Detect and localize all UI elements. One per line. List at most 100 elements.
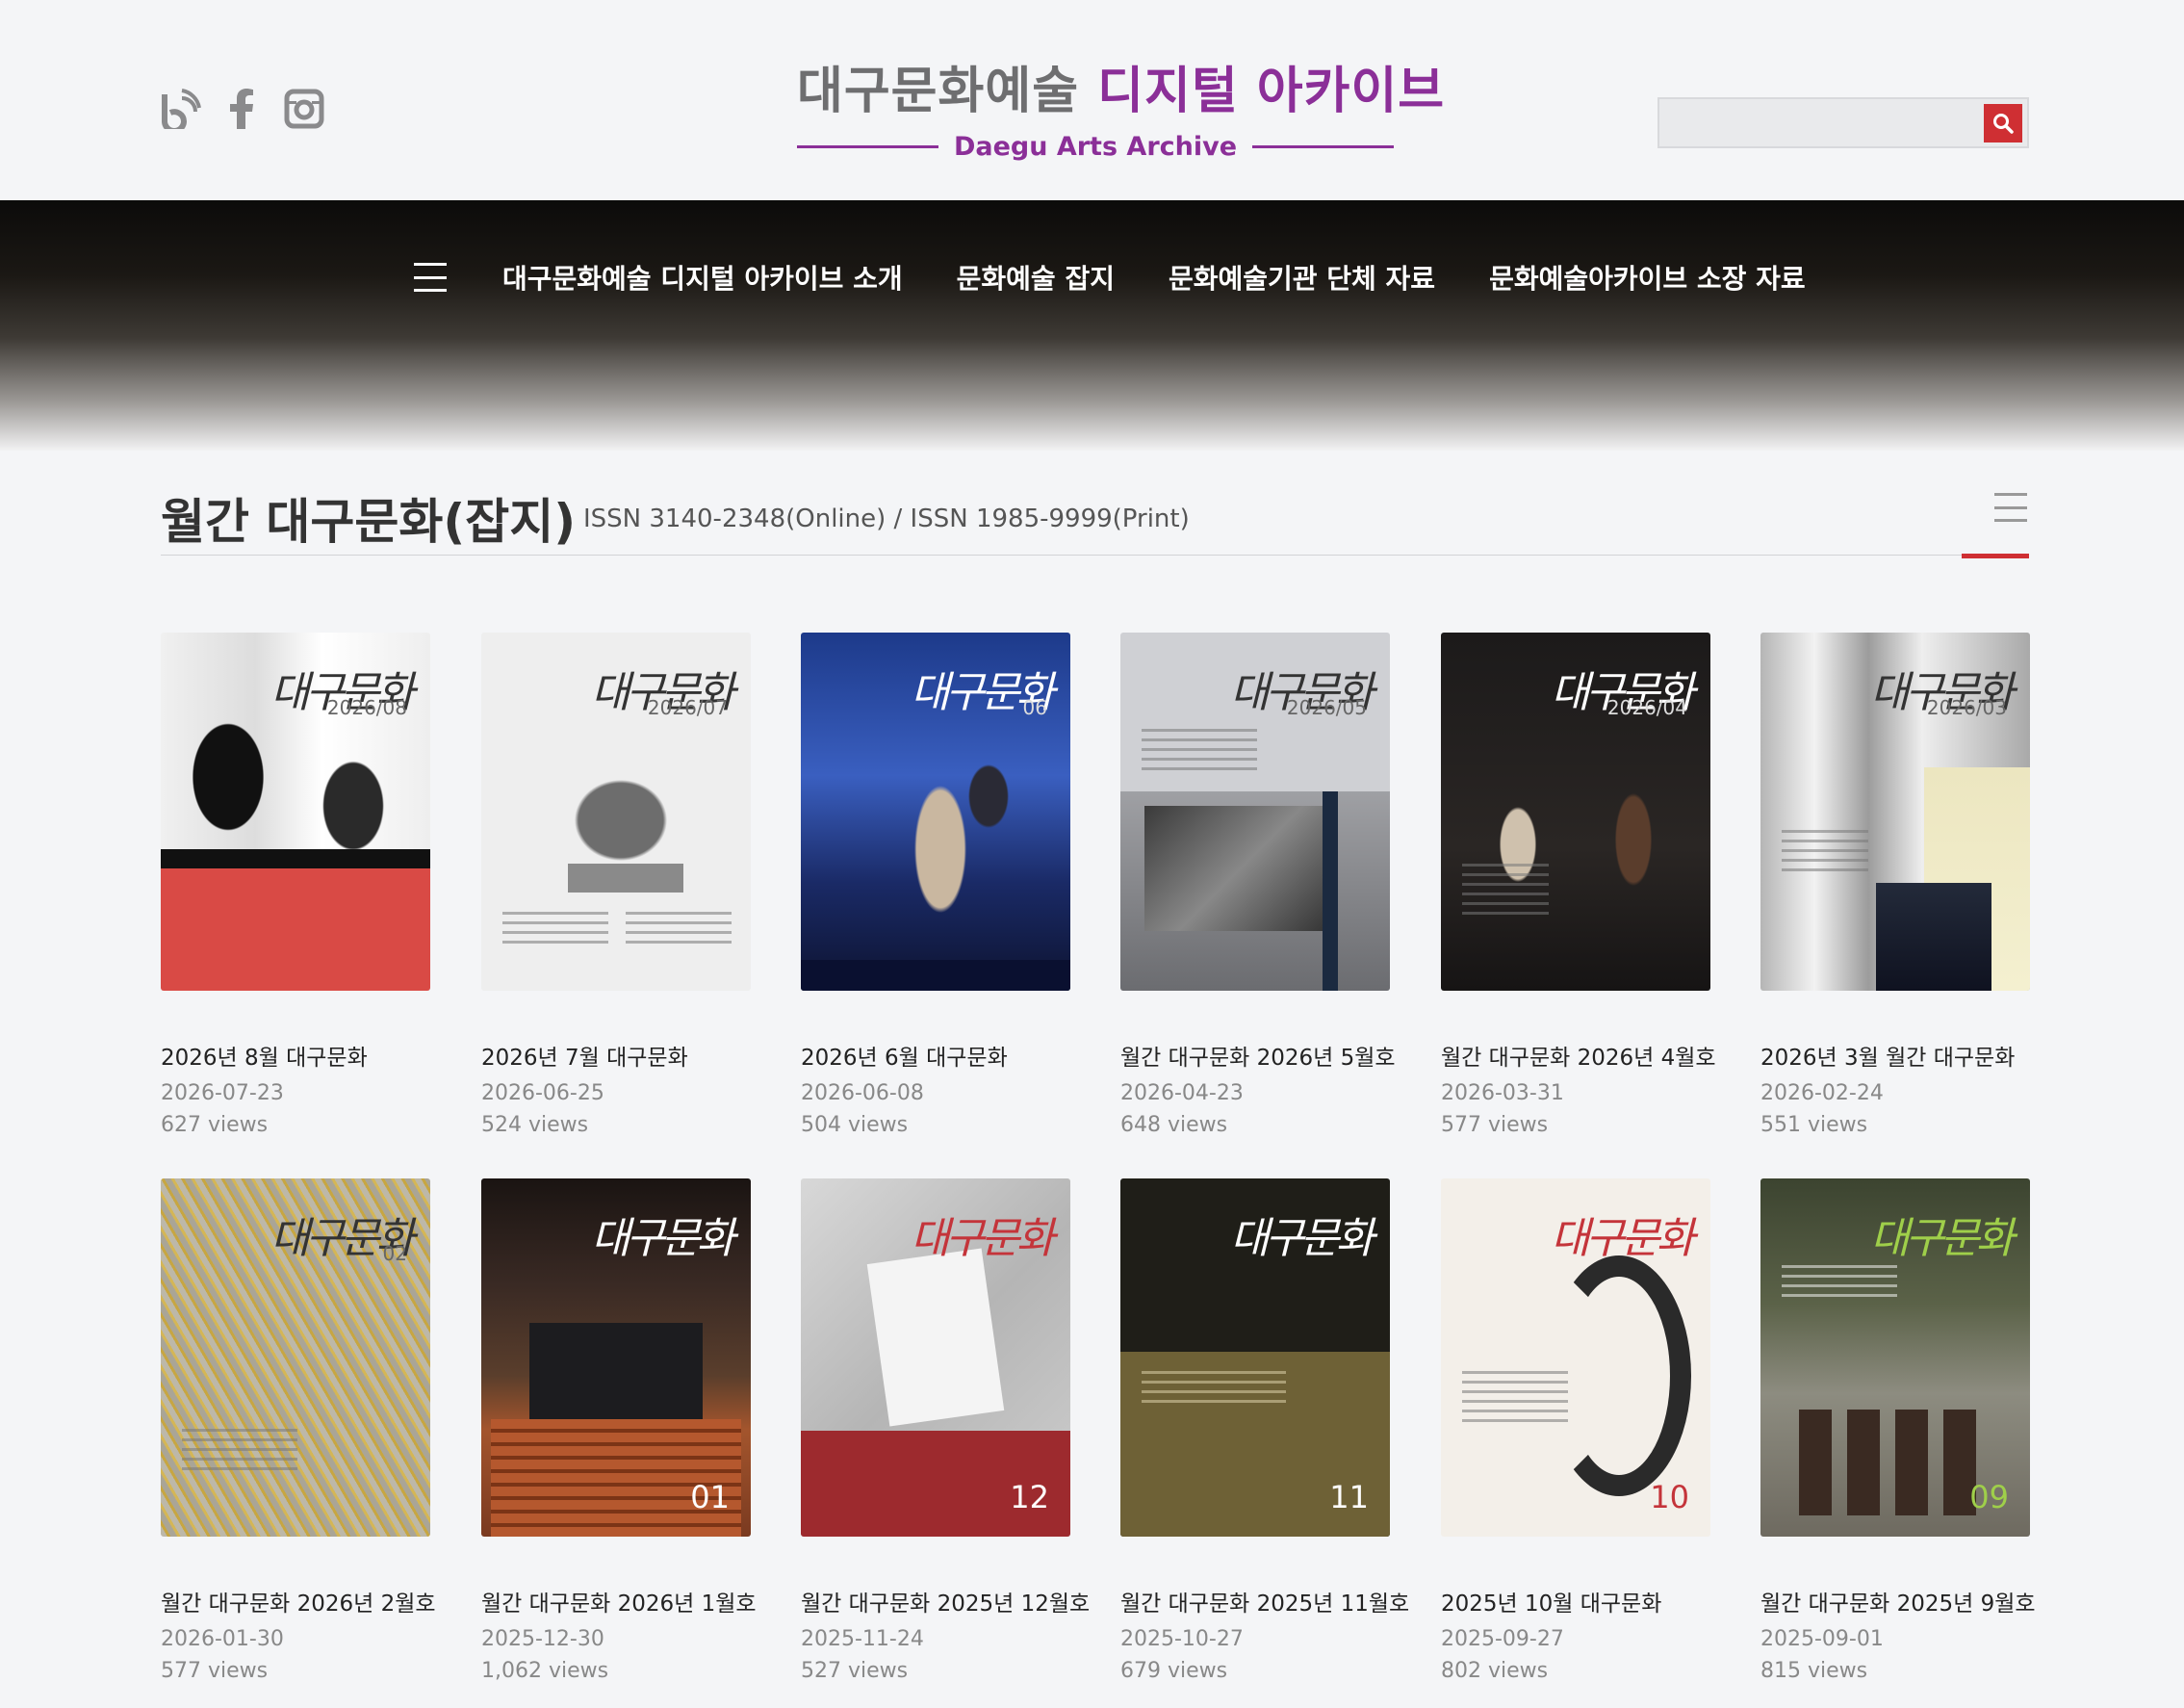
magazine-card[interactable]: 대구문화 2026/05 월간 대구문화 2026년 5월호 2026-04-2…	[1120, 633, 1396, 1137]
magazine-title[interactable]: 월간 대구문화 2026년 5월호	[1120, 1039, 1396, 1072]
magazine-cover[interactable]: 대구문화 02	[161, 1178, 430, 1537]
magazine-views: 577 views	[1441, 1113, 1549, 1137]
social-links	[161, 89, 324, 129]
magazine-card[interactable]: 대구문화 01 월간 대구문화 2026년 1월호 2025-12-30 1,0…	[481, 1178, 757, 1683]
cover-issue-number: 09	[1969, 1479, 2009, 1515]
magazine-cover[interactable]: 대구문화 2026/08	[161, 633, 430, 991]
magazine-date: 2026-07-23	[161, 1081, 284, 1105]
search-input[interactable]	[1665, 104, 1973, 142]
magazine-date: 2026-06-08	[801, 1081, 924, 1105]
magazine-title[interactable]: 2026년 3월 월간 대구문화	[1760, 1039, 2030, 1072]
magazine-cover[interactable]: 대구문화 2026/03	[1760, 633, 2030, 991]
magazine-title[interactable]: 월간 대구문화 2026년 4월호	[1441, 1039, 1716, 1072]
magazine-cover[interactable]: 대구문화 12	[801, 1178, 1070, 1537]
search-button[interactable]	[1984, 104, 2022, 142]
cover-issue-number: 2026/03	[1926, 696, 2007, 719]
logo-rule-right	[1252, 144, 1394, 148]
page-title: 월간 대구문화(잡지)	[161, 494, 577, 550]
list-view-icon[interactable]	[1994, 493, 2027, 522]
magazine-views: 679 views	[1120, 1659, 1228, 1683]
magazine-card[interactable]: 대구문화 2026/03 2026년 3월 월간 대구문화 2026-02-24…	[1760, 633, 2030, 1137]
magazine-views: 648 views	[1120, 1113, 1228, 1137]
magazine-date: 2025-10-27	[1120, 1627, 1244, 1651]
title-divider	[161, 555, 2029, 556]
magazine-views: 815 views	[1760, 1659, 1868, 1683]
logo-title: 대구문화예술 디지털 아카이브	[797, 58, 1444, 125]
magazine-views: 551 views	[1760, 1113, 1868, 1137]
magazine-cover[interactable]: 대구문화 01	[481, 1178, 751, 1537]
instagram-icon[interactable]	[284, 89, 324, 129]
cover-issue-number: 02	[382, 1242, 407, 1265]
magazine-title[interactable]: 2026년 7월 대구문화	[481, 1039, 751, 1072]
magazine-views: 577 views	[161, 1659, 269, 1683]
cover-issue-number: 01	[690, 1479, 730, 1515]
logo-rule-left	[797, 144, 938, 148]
magazine-title[interactable]: 월간 대구문화 2025년 9월호	[1760, 1585, 2036, 1617]
magazine-date: 2026-04-23	[1120, 1081, 1244, 1105]
magazine-cover[interactable]: 대구문화 06	[801, 633, 1070, 991]
issn-text: ISSN 3140-2348(Online) / ISSN 1985-9999(…	[583, 505, 1190, 533]
magazine-title[interactable]: 2026년 6월 대구문화	[801, 1039, 1070, 1072]
magazine-views: 802 views	[1441, 1659, 1549, 1683]
search-icon	[1993, 114, 2014, 134]
nav-item-magazine[interactable]: 문화예술 잡지	[957, 258, 1115, 297]
nav-item-intro[interactable]: 대구문화예술 디지털 아카이브 소개	[502, 258, 903, 297]
magazine-date: 2026-02-24	[1760, 1081, 1884, 1105]
nav-item-collection[interactable]: 문화예술아카이브 소장 자료	[1489, 258, 1806, 297]
magazine-card[interactable]: 대구문화 06 2026년 6월 대구문화 2026-06-08 504 vie…	[801, 633, 1070, 1137]
logo-subtitle-text: Daegu Arts Archive	[953, 131, 1238, 162]
magazine-card[interactable]: 대구문화 2026/08 2026년 8월 대구문화 2026-07-23 62…	[161, 633, 430, 1137]
magazine-cover[interactable]: 대구문화 10	[1441, 1178, 1710, 1537]
magazine-card[interactable]: 대구문화 2026/04 월간 대구문화 2026년 4월호 2026-03-3…	[1441, 633, 1716, 1137]
magazine-views: 1,062 views	[481, 1659, 609, 1683]
magazine-card[interactable]: 대구문화 11 월간 대구문화 2025년 11월호 2025-10-27 67…	[1120, 1178, 1409, 1683]
main-nav-banner: 대구문화예술 디지털 아카이브 소개 문화예술 잡지 문화예술기관 단체 자료 …	[0, 200, 2184, 451]
magazine-title[interactable]: 2025년 10월 대구문화	[1441, 1585, 1710, 1617]
nav-item-institutions[interactable]: 문화예술기관 단체 자료	[1169, 258, 1435, 297]
menu-icon[interactable]	[414, 263, 447, 292]
cover-issue-number: 06	[1022, 696, 1047, 719]
cover-issue-number: 10	[1650, 1479, 1689, 1515]
magazine-title[interactable]: 2026년 8월 대구문화	[161, 1039, 430, 1072]
search-box	[1657, 97, 2029, 148]
site-logo[interactable]: 대구문화예술 디지털 아카이브 Daegu Arts Archive	[797, 58, 1444, 166]
magazine-date: 2026-01-30	[161, 1627, 284, 1651]
magazine-views: 527 views	[801, 1659, 909, 1683]
magazine-date: 2026-03-31	[1441, 1081, 1564, 1105]
site-header: 대구문화예술 디지털 아카이브 Daegu Arts Archive	[0, 0, 2184, 200]
magazine-cover[interactable]: 대구문화 2026/07	[481, 633, 751, 991]
logo-title-purple: 디지털 아카이브	[1097, 63, 1446, 120]
cover-issue-number: 2026/05	[1286, 696, 1367, 719]
magazine-cover[interactable]: 대구문화 2026/05	[1120, 633, 1390, 991]
magazine-cover[interactable]: 대구문화 2026/04	[1441, 633, 1710, 991]
title-accent-bar	[1962, 554, 2029, 558]
magazine-date: 2025-09-27	[1441, 1627, 1564, 1651]
magazine-date: 2025-12-30	[481, 1627, 604, 1651]
magazine-cover[interactable]: 대구문화 09	[1760, 1178, 2030, 1537]
logo-subtitle: Daegu Arts Archive	[797, 127, 1394, 166]
blog-icon[interactable]	[161, 89, 201, 129]
magazine-date: 2025-09-01	[1760, 1627, 1884, 1651]
magazine-card[interactable]: 대구문화 2026/07 2026년 7월 대구문화 2026-06-25 52…	[481, 633, 751, 1137]
magazine-card[interactable]: 대구문화 10 2025년 10월 대구문화 2025-09-27 802 vi…	[1441, 1178, 1710, 1683]
cover-issue-number: 11	[1329, 1479, 1369, 1515]
magazine-date: 2026-06-25	[481, 1081, 604, 1105]
logo-title-gray: 대구문화예술	[797, 63, 1098, 120]
magazine-card[interactable]: 대구문화 02 월간 대구문화 2026년 2월호 2026-01-30 577…	[161, 1178, 436, 1683]
magazine-card[interactable]: 대구문화 09 월간 대구문화 2025년 9월호 2025-09-01 815…	[1760, 1178, 2036, 1683]
cover-issue-number: 2026/08	[326, 696, 407, 719]
magazine-views: 504 views	[801, 1113, 909, 1137]
magazine-title[interactable]: 월간 대구문화 2026년 2월호	[161, 1585, 436, 1617]
magazine-title[interactable]: 월간 대구문화 2025년 11월호	[1120, 1585, 1409, 1617]
cover-issue-number: 2026/04	[1606, 696, 1687, 719]
magazine-views: 627 views	[161, 1113, 269, 1137]
main-nav: 대구문화예술 디지털 아카이브 소개 문화예술 잡지 문화예술기관 단체 자료 …	[414, 258, 1806, 297]
magazine-title[interactable]: 월간 대구문화 2026년 1월호	[481, 1585, 757, 1617]
cover-issue-number: 2026/07	[647, 696, 728, 719]
magazine-title[interactable]: 월간 대구문화 2025년 12월호	[801, 1585, 1090, 1617]
magazine-date: 2025-11-24	[801, 1627, 924, 1651]
facebook-icon[interactable]	[222, 89, 263, 129]
magazine-views: 524 views	[481, 1113, 589, 1137]
magazine-card[interactable]: 대구문화 12 월간 대구문화 2025년 12월호 2025-11-24 52…	[801, 1178, 1090, 1683]
magazine-cover[interactable]: 대구문화 11	[1120, 1178, 1390, 1537]
